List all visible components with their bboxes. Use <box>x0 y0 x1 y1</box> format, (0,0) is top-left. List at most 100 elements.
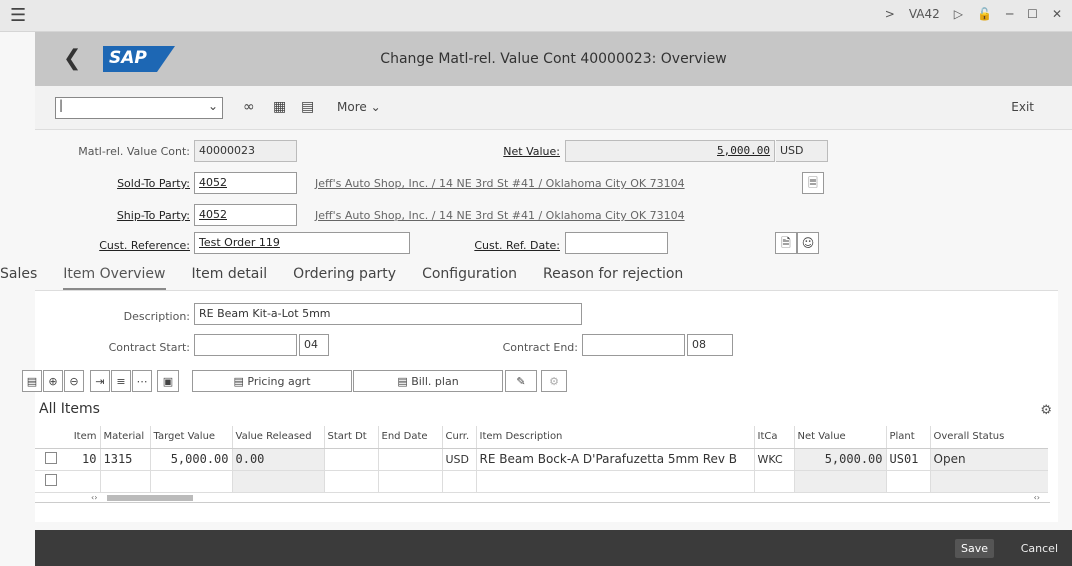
bill-plan-label: Bill. plan <box>411 374 459 388</box>
ship-to-field[interactable]: 4052 <box>194 204 297 226</box>
hamburger-menu-icon[interactable]: ☰ <box>10 5 26 26</box>
col-start-dt[interactable]: Start Dt <box>324 426 379 449</box>
maximize-icon[interactable]: ☐ <box>1027 7 1038 21</box>
net-value-field: 5,000.00 <box>565 140 775 162</box>
minimize-icon[interactable]: ─ <box>1006 7 1013 21</box>
scroll-right-arrows-icon[interactable]: ‹› <box>1034 493 1040 502</box>
edit-icon[interactable]: ✎ <box>505 370 537 392</box>
table-row[interactable] <box>35 470 1048 493</box>
command-select-value: | <box>59 98 64 112</box>
cust-reference-field[interactable]: Test Order 119 <box>194 232 410 254</box>
details-icon[interactable]: ▤ <box>22 370 42 392</box>
description-field[interactable]: RE Beam Kit-a-Lot 5mm <box>194 303 582 325</box>
exit-button[interactable]: Exit <box>1011 100 1034 114</box>
settings-small-icon[interactable]: ⚙ <box>541 370 567 392</box>
tcode-label: VA42 <box>908 7 940 21</box>
configuration-icon[interactable]: ▣ <box>157 370 179 392</box>
contract-end-label: Contract End: <box>502 341 578 354</box>
cell-itca[interactable] <box>754 470 795 493</box>
cell-material[interactable]: 1315 <box>100 448 151 471</box>
horizontal-scrollbar[interactable]: ‹› ‹› <box>35 493 1050 503</box>
add-icon[interactable]: ⊕ <box>43 370 63 392</box>
remove-icon[interactable]: ⊖ <box>64 370 84 392</box>
col-overall-status[interactable]: Overall Status <box>930 426 1048 449</box>
system-bar: ☰ > VA42 ▷ 🔓 ─ ☐ ✕ <box>0 0 1072 32</box>
numbered-list-icon[interactable]: ⋯ <box>132 370 152 392</box>
sap-logo: SAP <box>103 46 175 72</box>
contract-label: Matl-rel. Value Cont: <box>78 145 190 158</box>
col-item-description[interactable]: Item Description <box>476 426 755 449</box>
cell-target-value[interactable]: 5,000.00 <box>150 448 233 471</box>
person-icon[interactable]: ☺ <box>797 232 819 254</box>
row-checkbox[interactable] <box>35 448 67 471</box>
cust-ref-date-label: Cust. Ref. Date: <box>474 239 560 252</box>
close-icon[interactable]: ✕ <box>1052 7 1062 21</box>
nav-arrow[interactable]: > <box>885 7 895 21</box>
document-icon[interactable]: ▦ <box>273 99 286 115</box>
scroll-arrows-icon[interactable]: ‹› <box>91 493 97 502</box>
col-value-released[interactable]: Value Released <box>232 426 325 449</box>
col-end-date[interactable]: End Date <box>378 426 443 449</box>
command-select[interactable]: | ⌄ <box>55 97 223 119</box>
tab-ordering-party[interactable]: Ordering party <box>293 264 396 290</box>
tab-reason-for-rejection[interactable]: Reason for rejection <box>543 264 683 290</box>
display-icon[interactable]: ∞ <box>243 99 255 115</box>
col-itca[interactable]: ItCa <box>754 426 795 449</box>
cell-start-dt[interactable] <box>324 470 379 493</box>
cell-itca[interactable]: WKC <box>754 448 795 471</box>
cancel-button[interactable]: Cancel <box>1021 542 1058 555</box>
cell-start-dt[interactable] <box>324 448 379 471</box>
cell-plant[interactable]: US01 <box>886 448 931 471</box>
tab-configuration[interactable]: Configuration <box>422 264 517 290</box>
cell-item-description[interactable] <box>476 470 755 493</box>
copy-icon[interactable]: 🗎 <box>775 232 797 254</box>
bill-plan-button[interactable]: ▤ Bill. plan <box>353 370 503 392</box>
cust-reference-label: Cust. Reference: <box>99 239 190 252</box>
save-button[interactable]: Save <box>954 539 994 558</box>
col-plant[interactable]: Plant <box>886 426 931 449</box>
col-net-value[interactable]: Net Value <box>794 426 887 449</box>
cell-end-date[interactable] <box>378 448 443 471</box>
sold-to-doc-icon[interactable]: 🗏 <box>802 172 824 194</box>
sold-to-description[interactable]: Jeff's Auto Shop, Inc. / 14 NE 3rd St #4… <box>315 177 685 190</box>
indent-icon[interactable]: ⇥ <box>90 370 110 392</box>
tab-item-overview[interactable]: Item Overview <box>63 264 166 290</box>
item-overview-panel: Description: RE Beam Kit-a-Lot 5mm Contr… <box>22 290 1058 522</box>
ship-to-label: Ship-To Party: <box>116 209 190 222</box>
back-icon[interactable]: ❮ <box>63 46 81 71</box>
cell-net-value <box>794 470 887 493</box>
contract-end-field[interactable] <box>582 334 685 356</box>
cell-item[interactable] <box>67 470 101 493</box>
lock-icon[interactable]: 🔓 <box>977 7 992 21</box>
table-settings-icon[interactable]: ⚙ <box>1040 403 1052 418</box>
contract-end-code[interactable]: 08 <box>687 334 733 356</box>
cell-item-description[interactable]: RE Beam Bock-A D'Parafuzetta 5mm Rev B <box>476 448 755 471</box>
ship-to-description[interactable]: Jeff's Auto Shop, Inc. / 14 NE 3rd St #4… <box>315 209 685 222</box>
contract-start-code[interactable]: 04 <box>299 334 329 356</box>
tab-sales[interactable]: Sales <box>0 264 37 290</box>
pricing-agrt-button[interactable]: ▤ Pricing agrt <box>192 370 352 392</box>
play-icon[interactable]: ▷ <box>954 7 963 21</box>
list-icon[interactable]: ▤ <box>301 99 314 115</box>
table-row[interactable]: 10 1315 5,000.00 0.00 USD RE Beam Bock-A… <box>35 448 1048 471</box>
row-checkbox[interactable] <box>35 470 67 493</box>
sort-list-icon[interactable]: ≡ <box>111 370 131 392</box>
col-curr[interactable]: Curr. <box>442 426 477 449</box>
col-material[interactable]: Material <box>100 426 151 449</box>
cell-curr[interactable] <box>442 470 477 493</box>
more-button[interactable]: More ⌄ <box>337 100 381 114</box>
col-item[interactable]: Item <box>67 426 101 449</box>
cell-end-date[interactable] <box>378 470 443 493</box>
cust-ref-date-field[interactable] <box>565 232 668 254</box>
cell-curr[interactable]: USD <box>442 448 477 471</box>
cell-material[interactable] <box>100 470 151 493</box>
sold-to-field[interactable]: 4052 <box>194 172 297 194</box>
page-title: Change Matl-rel. Value Cont 40000023: Ov… <box>380 51 727 67</box>
col-target-value[interactable]: Target Value <box>150 426 233 449</box>
tab-item-detail[interactable]: Item detail <box>192 264 268 290</box>
cell-target-value[interactable] <box>150 470 233 493</box>
cell-plant[interactable] <box>886 470 931 493</box>
scrollbar-thumb[interactable] <box>107 494 193 501</box>
contract-start-field[interactable] <box>194 334 297 356</box>
cell-item[interactable]: 10 <box>67 448 101 471</box>
